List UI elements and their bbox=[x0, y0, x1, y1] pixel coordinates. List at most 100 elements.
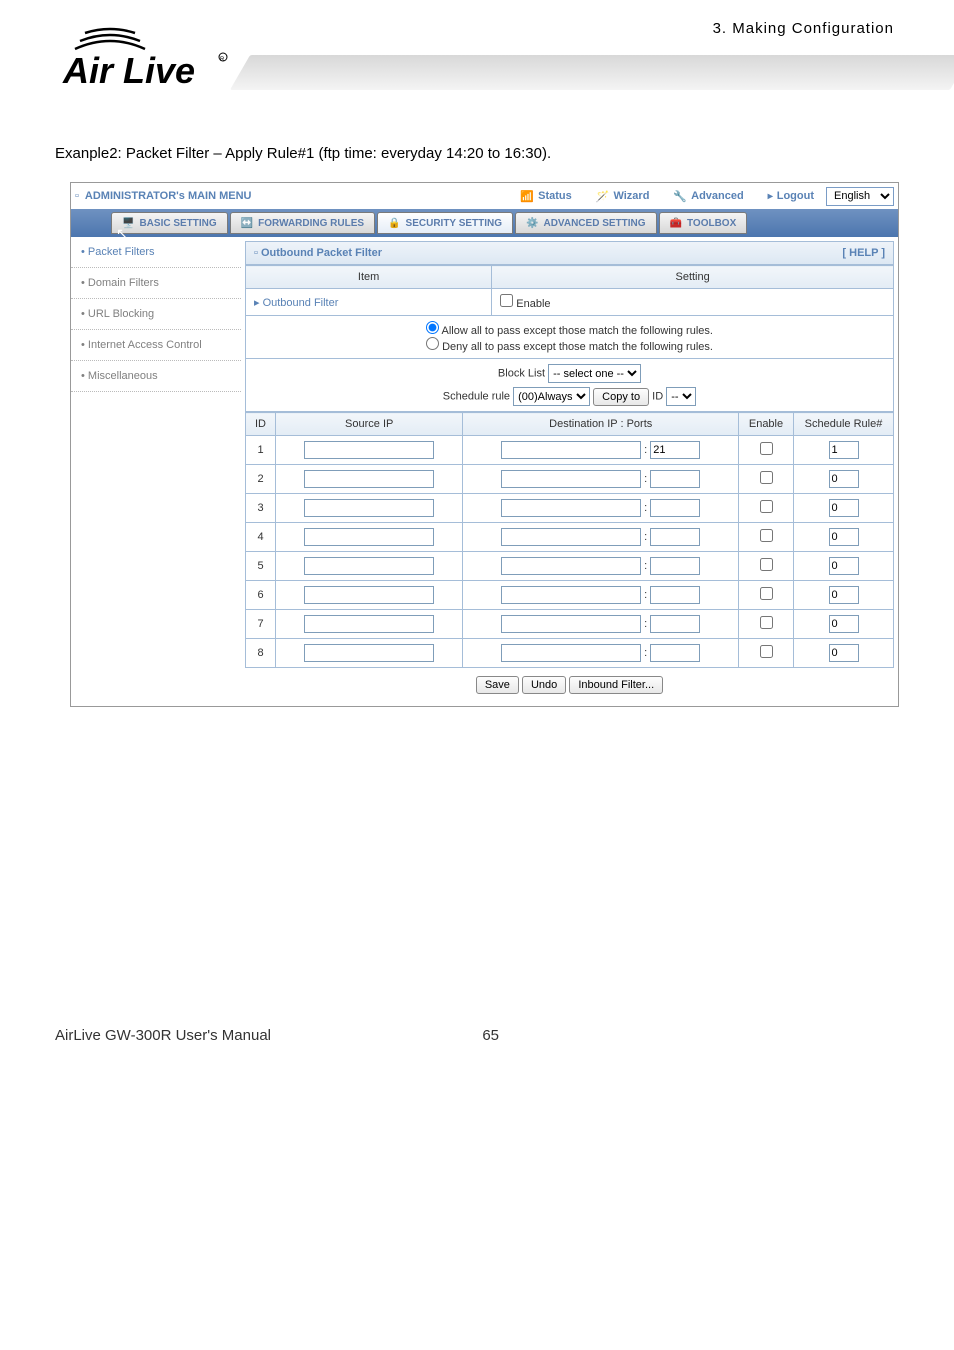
schedule-rule-input[interactable] bbox=[829, 470, 859, 488]
row-enable-checkbox[interactable] bbox=[760, 442, 773, 455]
nav-forwarding-label: FORWARDING RULES bbox=[258, 218, 364, 229]
port-input[interactable] bbox=[650, 499, 700, 517]
outbound-filter-item: ▸ Outbound Filter bbox=[246, 289, 492, 316]
status-label: Status bbox=[538, 190, 572, 202]
nav-advanced-setting[interactable]: ⚙️ ADVANCED SETTING bbox=[515, 212, 657, 234]
dest-ip-input[interactable] bbox=[501, 557, 641, 575]
source-ip-input[interactable] bbox=[304, 586, 434, 604]
row-enable-checkbox[interactable] bbox=[760, 471, 773, 484]
table-row: 2 : bbox=[246, 465, 894, 494]
logout-link[interactable]: ▸ Logout bbox=[756, 190, 826, 202]
inbound-filter-button[interactable]: Inbound Filter... bbox=[569, 676, 663, 694]
pass-rules-cell: Allow all to pass except those match the… bbox=[246, 316, 894, 359]
source-ip-input[interactable] bbox=[304, 528, 434, 546]
allow-radio[interactable] bbox=[426, 321, 439, 334]
wizard-icon: 🪄 bbox=[596, 190, 610, 203]
sidebar-item-miscellaneous[interactable]: • Miscellaneous bbox=[71, 361, 241, 392]
port-input[interactable] bbox=[650, 644, 700, 662]
allow-label: Allow all to pass except those match the… bbox=[441, 325, 712, 337]
adv-icon: ⚙️ bbox=[526, 218, 538, 229]
toolbox-icon: 🧰 bbox=[670, 218, 682, 229]
sidebar-item-url-blocking[interactable]: • URL Blocking bbox=[71, 299, 241, 330]
advanced-label: Advanced bbox=[691, 190, 744, 202]
schedule-rule-input[interactable] bbox=[829, 644, 859, 662]
col-enable-hdr: Enable bbox=[739, 413, 794, 436]
dest-ip-input[interactable] bbox=[501, 528, 641, 546]
block-list-select[interactable]: -- select one -- bbox=[548, 364, 641, 383]
dest-ip-input[interactable] bbox=[501, 441, 641, 459]
cursor-icon: ↖ bbox=[116, 225, 128, 242]
port-input[interactable] bbox=[650, 441, 700, 459]
panel-title: ▫ Outbound Packet Filter bbox=[254, 247, 382, 259]
nav-toolbox-label: TOOLBOX bbox=[687, 218, 736, 229]
port-input[interactable] bbox=[650, 557, 700, 575]
sidebar-internet-access-label: Internet Access Control bbox=[88, 339, 202, 351]
sidebar-item-packet-filters[interactable]: • Packet Filters bbox=[71, 237, 241, 268]
router-config-window: ▫ ADMINISTRATOR's MAIN MENU 📶 Status 🪄 W… bbox=[70, 182, 899, 707]
row-enable-checkbox[interactable] bbox=[760, 616, 773, 629]
schedule-rule-input[interactable] bbox=[829, 557, 859, 575]
admin-menu-title: ADMINISTRATOR's MAIN MENU bbox=[79, 190, 509, 202]
deny-radio[interactable] bbox=[426, 337, 439, 350]
schedule-rule-input[interactable] bbox=[829, 586, 859, 604]
schedule-rule-select[interactable]: (00)Always bbox=[513, 387, 590, 406]
source-ip-input[interactable] bbox=[304, 441, 434, 459]
tab-wizard[interactable]: 🪄 Wizard bbox=[584, 190, 662, 203]
table-row: 4 : bbox=[246, 523, 894, 552]
source-ip-input[interactable] bbox=[304, 615, 434, 633]
col-src-hdr: Source IP bbox=[276, 413, 463, 436]
enable-checkbox[interactable] bbox=[500, 294, 513, 307]
dest-ip-input[interactable] bbox=[501, 470, 641, 488]
nav-security-setting[interactable]: 🔒 SECURITY SETTING bbox=[377, 212, 513, 234]
port-input[interactable] bbox=[650, 528, 700, 546]
port-input[interactable] bbox=[650, 470, 700, 488]
schedule-rule-input[interactable] bbox=[829, 499, 859, 517]
breadcrumb: 3. Making Configuration bbox=[713, 20, 894, 37]
dest-ip-input[interactable] bbox=[501, 586, 641, 604]
forward-icon: ↔️ bbox=[241, 218, 253, 229]
source-ip-input[interactable] bbox=[304, 499, 434, 517]
save-button[interactable]: Save bbox=[476, 676, 519, 694]
id-label: ID bbox=[652, 391, 663, 403]
dest-ip-input[interactable] bbox=[501, 644, 641, 662]
sidebar-url-blocking-label: URL Blocking bbox=[88, 308, 154, 320]
dest-ip-input[interactable] bbox=[501, 615, 641, 633]
row-id: 4 bbox=[246, 523, 276, 552]
schedule-rule-input[interactable] bbox=[829, 441, 859, 459]
col-rule-hdr: Schedule Rule# bbox=[794, 413, 894, 436]
port-input[interactable] bbox=[650, 615, 700, 633]
nav-basic-setting[interactable]: 🖥️ BASIC SETTING bbox=[111, 212, 228, 234]
svg-text:Air Live: Air Live bbox=[62, 50, 195, 91]
row-enable-checkbox[interactable] bbox=[760, 645, 773, 658]
undo-button[interactable]: Undo bbox=[522, 676, 566, 694]
copy-to-button[interactable]: Copy to bbox=[593, 388, 649, 406]
tab-advanced[interactable]: 🔧 Advanced bbox=[661, 190, 755, 203]
nav-forwarding-rules[interactable]: ↔️ FORWARDING RULES bbox=[230, 212, 375, 234]
row-enable-checkbox[interactable] bbox=[760, 587, 773, 600]
help-link[interactable]: [ HELP ] bbox=[842, 247, 885, 259]
nav-toolbox[interactable]: 🧰 TOOLBOX bbox=[659, 212, 748, 234]
id-select[interactable]: -- bbox=[666, 387, 696, 406]
schedule-rule-input[interactable] bbox=[829, 528, 859, 546]
port-input[interactable] bbox=[650, 586, 700, 604]
row-enable-checkbox[interactable] bbox=[760, 558, 773, 571]
page-number: 65 bbox=[482, 1027, 499, 1044]
row-id: 3 bbox=[246, 494, 276, 523]
schedule-rule-input[interactable] bbox=[829, 615, 859, 633]
logout-arrow-icon: ▸ bbox=[768, 191, 773, 202]
dest-ip-input[interactable] bbox=[501, 499, 641, 517]
col-setting: Setting bbox=[492, 266, 894, 289]
wizard-label: Wizard bbox=[613, 190, 649, 202]
row-enable-checkbox[interactable] bbox=[760, 529, 773, 542]
source-ip-input[interactable] bbox=[304, 557, 434, 575]
source-ip-input[interactable] bbox=[304, 470, 434, 488]
language-select[interactable]: English bbox=[826, 187, 894, 206]
nav-basic-label: BASIC SETTING bbox=[139, 218, 216, 229]
sidebar-item-internet-access[interactable]: • Internet Access Control bbox=[71, 330, 241, 361]
source-ip-input[interactable] bbox=[304, 644, 434, 662]
row-id: 8 bbox=[246, 639, 276, 668]
tab-status[interactable]: 📶 Status bbox=[508, 190, 583, 203]
row-enable-checkbox[interactable] bbox=[760, 500, 773, 513]
nav-adv-label: ADVANCED SETTING bbox=[543, 218, 645, 229]
sidebar-item-domain-filters[interactable]: • Domain Filters bbox=[71, 268, 241, 299]
